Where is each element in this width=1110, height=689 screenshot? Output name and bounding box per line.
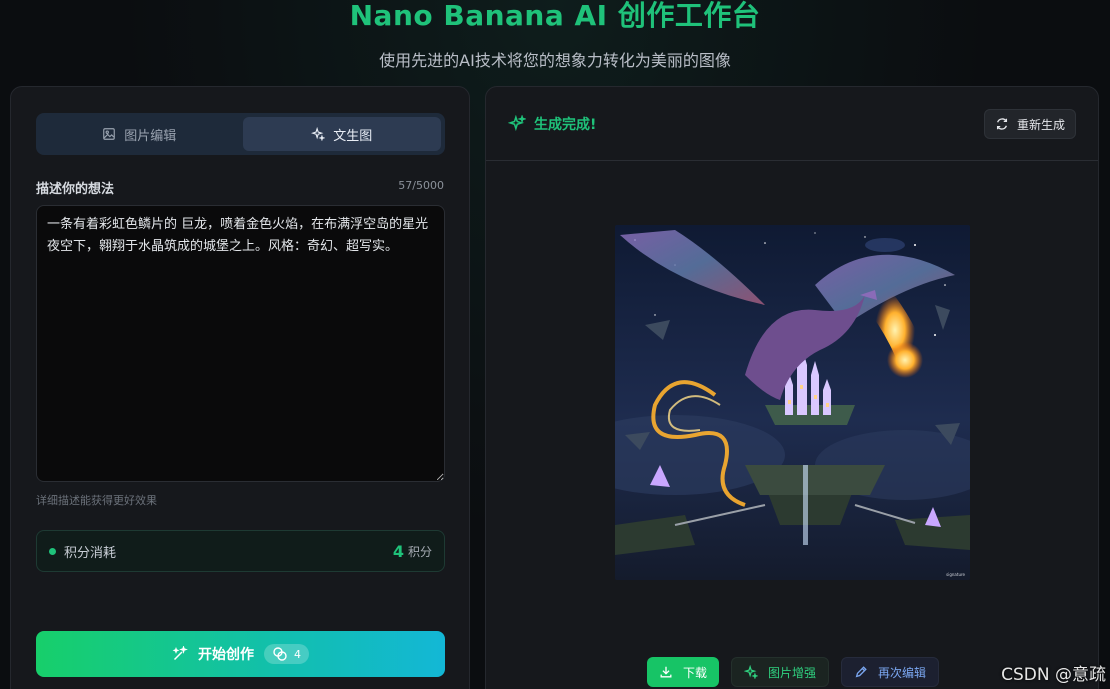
sparkles-icon <box>311 127 326 141</box>
reedit-label: 再次编辑 <box>878 665 927 680</box>
download-button[interactable]: 下载 <box>647 657 720 687</box>
enhance-button[interactable]: 图片增强 <box>731 657 830 687</box>
credits-label: 积分消耗 <box>64 545 117 561</box>
prompt-label: 描述你的想法 <box>36 182 115 197</box>
download-label: 下载 <box>683 665 708 680</box>
result-actions: 下载 图片增强 再次编辑 <box>647 657 940 687</box>
mode-tabs: 图片编辑 文生图 <box>36 113 445 155</box>
prompt-hint: 详细描述能获得更好效果 <box>36 494 157 507</box>
generation-status-label: 生成完成! <box>534 117 597 133</box>
credits-unit: 积分 <box>407 544 432 559</box>
start-create-button[interactable]: 开始创作 4 <box>36 631 445 677</box>
regenerate-label: 重新生成 <box>1016 117 1065 132</box>
sparkles-icon <box>508 115 526 132</box>
prompt-input[interactable] <box>36 205 445 482</box>
magic-wand-icon <box>172 646 188 661</box>
pencil-icon <box>855 666 867 678</box>
svg-text:signature: signature <box>946 572 965 577</box>
create-panel: 图片编辑 文生图 描述你的想法 57/5000 详细描述能获得更好效果 积分消耗… <box>10 86 470 689</box>
image-icon <box>103 128 116 140</box>
dragon-artwork: signature <box>615 225 970 580</box>
regenerate-button[interactable]: 重新生成 <box>983 109 1076 139</box>
cost-badge: 4 <box>264 644 309 664</box>
generation-status: 生成完成! <box>508 114 596 134</box>
tab-image-edit[interactable]: 图片编辑 <box>40 117 239 151</box>
sparkles-icon <box>744 665 759 679</box>
generated-image[interactable]: signature <box>615 225 970 580</box>
tab-image-edit-label: 图片编辑 <box>124 128 177 144</box>
result-panel: 生成完成! 重新生成 signature 下载 图片增强 再次编辑 <box>485 86 1099 689</box>
cost-badge-value: 4 <box>294 647 301 661</box>
page-subtitle: 使用先进的AI技术将您的想象力转化为美丽的图像 <box>379 51 731 70</box>
tab-text-to-image[interactable]: 文生图 <box>242 117 441 151</box>
watermark: CSDN @意疏 <box>1001 665 1106 685</box>
credits-value: 4 <box>392 541 404 561</box>
result-header: 生成完成! 重新生成 <box>486 87 1098 161</box>
refresh-icon <box>996 118 1008 130</box>
reedit-button[interactable]: 再次编辑 <box>841 657 940 687</box>
page-title: Nano Banana AI 创作工作台 <box>349 0 761 32</box>
start-create-label: 开始创作 <box>198 647 254 663</box>
tab-text-to-image-label: 文生图 <box>333 128 373 144</box>
download-icon <box>660 666 672 678</box>
enhance-label: 图片增强 <box>768 665 817 680</box>
char-counter: 57/5000 <box>398 179 444 192</box>
coins-icon <box>273 647 287 661</box>
status-dot-icon <box>49 547 56 555</box>
credits-cost-box: 积分消耗 4 积分 <box>36 530 445 572</box>
